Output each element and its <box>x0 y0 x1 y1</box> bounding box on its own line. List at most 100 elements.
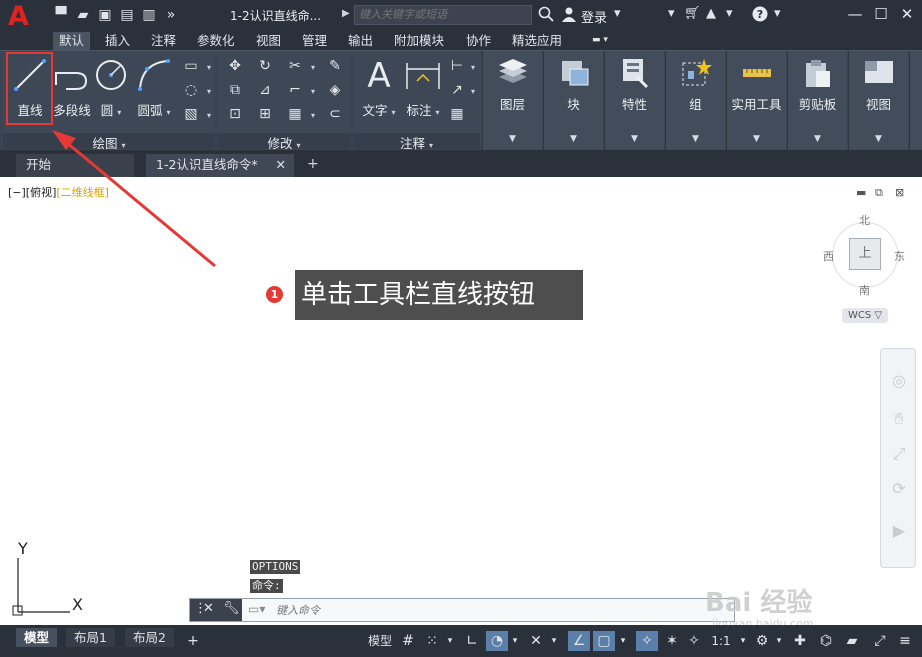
drawing-canvas[interactable] <box>4 177 918 625</box>
auto-scale-icon[interactable]: ✶ <box>662 631 682 651</box>
chevron-down-icon[interactable]: ▾ <box>614 6 621 21</box>
chevron-down-icon[interactable]: ▾ <box>548 631 560 651</box>
ribbon-minimize-icon[interactable]: ▬ ▾ <box>592 35 620 47</box>
chevron-down-icon[interactable]: ▾ <box>668 6 675 21</box>
ortho-icon[interactable]: ∟ <box>462 631 482 651</box>
utilities-panel[interactable]: 实用工具 ▼ <box>726 51 786 151</box>
close-icon[interactable]: ✕ <box>276 154 286 176</box>
isolate-icon[interactable]: ⌬ <box>816 631 836 651</box>
chevron-down-icon[interactable]: ▾ <box>509 631 521 651</box>
search-input[interactable] <box>354 5 532 25</box>
view-control[interactable]: [−][俯视] <box>8 186 56 199</box>
chevron-down-icon[interactable]: ▾ <box>303 105 323 123</box>
chevron-down-icon[interactable]: ▾ <box>199 57 219 75</box>
tab-output[interactable]: 输出 <box>342 32 379 50</box>
autodesk-a360-icon[interactable]: ▲ <box>706 6 716 21</box>
scale-icon[interactable]: ⊞ <box>255 105 275 123</box>
object-snap-icon[interactable]: ▢ <box>593 631 615 651</box>
viewport-minimize-icon[interactable]: ▬ <box>856 186 866 199</box>
chevron-down-icon[interactable]: ▾ <box>199 81 219 99</box>
user-icon[interactable] <box>561 6 577 22</box>
save-icon[interactable]: ▣ <box>96 6 114 24</box>
copy-icon[interactable]: ⧉ <box>225 81 245 99</box>
zoom-extents-icon[interactable]: ⤢ <box>889 444 909 464</box>
tab-addins[interactable]: 附加模块 <box>388 32 450 50</box>
viewport-restore-icon[interactable]: ⧉ <box>875 186 883 200</box>
tab-layout2[interactable]: 布局2 <box>125 628 174 647</box>
login-button[interactable]: 登录 <box>581 7 607 26</box>
chevron-down-icon[interactable]: ▾ <box>463 81 483 99</box>
viewport-controls[interactable]: [−][俯视][二维线框] <box>8 184 109 200</box>
annotation-visibility-icon[interactable]: ✧ <box>636 631 658 651</box>
table-icon[interactable]: ▦ <box>447 105 467 123</box>
arc-button[interactable]: 圆弧 ▾ <box>133 55 175 119</box>
showmotion-icon[interactable]: ▶ <box>889 521 909 541</box>
tab-start[interactable]: 开始 <box>16 154 134 177</box>
chevron-down-icon[interactable]: ▾ <box>617 631 629 651</box>
array-icon[interactable]: ▦ <box>285 105 305 123</box>
chevron-down-icon[interactable]: ▾ <box>303 57 323 75</box>
chevron-down-icon[interactable]: ▼ <box>875 134 882 144</box>
hardware-acceleration-icon[interactable]: ▰ <box>842 631 862 651</box>
tab-manage[interactable]: 管理 <box>296 32 333 50</box>
isodraft-icon[interactable]: ✕ <box>526 631 546 651</box>
chevron-down-icon[interactable]: ▾ <box>726 6 733 21</box>
viewport-close-icon[interactable]: ⊠ <box>895 186 904 199</box>
application-menu-button[interactable]: A <box>8 3 38 31</box>
chevron-down-icon[interactable]: ▼ <box>814 134 821 144</box>
polar-icon[interactable]: ◔ <box>486 631 508 651</box>
layers-panel[interactable]: 图层 ▼ <box>482 51 542 151</box>
block-panel[interactable]: 块 ▼ <box>543 51 603 151</box>
properties-panel[interactable]: 特性 ▼ <box>604 51 664 151</box>
saveas-icon[interactable]: ▤ <box>118 6 136 24</box>
chevron-down-icon[interactable]: ▾ <box>737 631 749 651</box>
scale-value[interactable]: 1:1 <box>708 631 734 651</box>
tab-default[interactable]: 默认 <box>53 32 91 50</box>
command-input[interactable] <box>276 602 696 618</box>
tab-annotate[interactable]: 注释 <box>145 32 182 50</box>
new-icon[interactable]: ▀ <box>52 6 70 24</box>
wrench-icon[interactable]: 🔧︎ <box>223 601 240 616</box>
tab-collaborate[interactable]: 协作 <box>460 32 497 50</box>
new-tab-icon[interactable]: + <box>307 156 319 172</box>
compass-north[interactable]: 北 <box>859 212 870 228</box>
text-button[interactable]: A 文字 ▾ <box>361 55 397 119</box>
compass-south[interactable]: 南 <box>859 282 870 298</box>
tab-view[interactable]: 视图 <box>250 32 287 50</box>
annotation-panel-title[interactable]: 注释 ▾ <box>353 133 480 151</box>
object-snap-tracking-icon[interactable]: ∠ <box>568 631 590 651</box>
erase-icon[interactable]: ✎ <box>325 57 345 75</box>
rectangle-icon[interactable]: ▭ <box>181 57 201 75</box>
recent-commands-icon[interactable]: ▭▾ <box>248 602 265 616</box>
plot-icon[interactable]: ▥ <box>140 6 158 24</box>
compass-east[interactable]: 东 <box>894 248 905 264</box>
tab-model[interactable]: 模型 <box>16 628 58 647</box>
fillet-icon[interactable]: ⌐ <box>285 81 305 99</box>
menu-icon[interactable]: ≡ <box>895 631 915 651</box>
orbit-icon[interactable]: ⟳ <box>889 479 909 499</box>
chevron-down-icon[interactable]: ▾ <box>773 631 785 651</box>
visual-style-control[interactable]: [二维线框] <box>56 186 109 199</box>
minimize-button[interactable]: — <box>844 4 866 24</box>
modify-panel-title[interactable]: 修改 ▾ <box>217 133 351 151</box>
stretch-icon[interactable]: ⊡ <box>225 105 245 123</box>
tab-document[interactable]: 1-2认识直线命令* ✕ <box>146 154 294 177</box>
more-icon[interactable]: » <box>162 6 180 24</box>
maximize-button[interactable]: ☐ <box>870 4 892 24</box>
groups-panel[interactable]: 组 ▼ <box>665 51 725 151</box>
compass-west[interactable]: 西 <box>823 248 834 264</box>
circle-button[interactable]: 圆 ▾ <box>91 55 131 119</box>
gear-icon[interactable]: ⚙ <box>752 631 772 651</box>
close-icon[interactable]: ✕ <box>203 601 214 616</box>
chevron-down-icon[interactable]: ▼ <box>570 134 577 144</box>
command-line-grip[interactable]: ⋮ ✕ 🔧︎ <box>190 599 242 621</box>
cart-icon[interactable]: 🛒︎ <box>684 6 701 21</box>
add-layout-icon[interactable]: + <box>184 631 202 651</box>
dimension-button[interactable]: 标注 ▾ <box>403 55 443 119</box>
grid-icon[interactable]: # <box>398 631 418 651</box>
chevron-down-icon[interactable]: ▼ <box>509 134 516 144</box>
move-icon[interactable]: ✥ <box>225 57 245 75</box>
fullscreen-icon[interactable]: ⤢ <box>870 631 890 651</box>
explode-icon[interactable]: ◈ <box>325 81 345 99</box>
tab-layout1[interactable]: 布局1 <box>66 628 115 647</box>
